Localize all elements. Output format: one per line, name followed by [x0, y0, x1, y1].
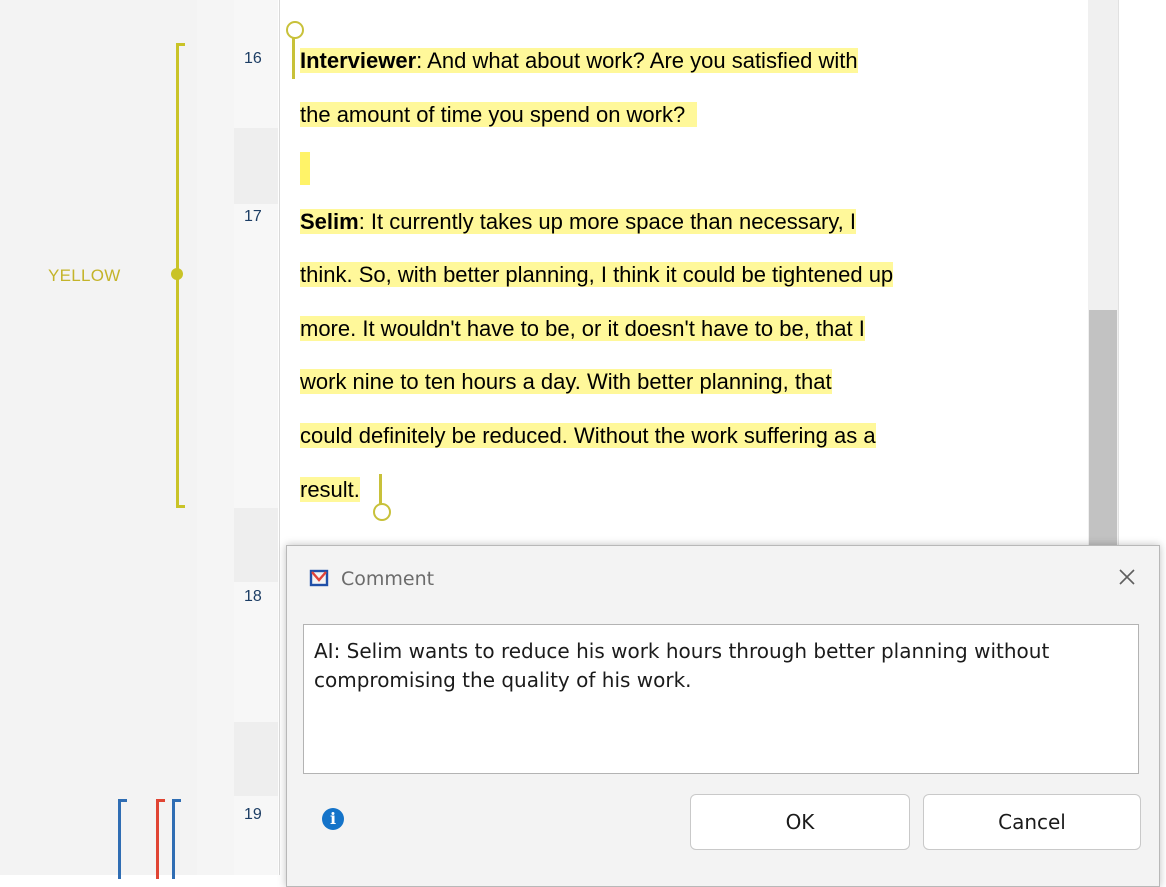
- paragraph-number-18: 18: [244, 588, 262, 605]
- code-bracket-line: [172, 799, 175, 879]
- code-bracket-red[interactable]: [156, 799, 165, 879]
- text-segment: think. So, with better planning, I think…: [300, 262, 894, 287]
- paragraph-17-line-5[interactable]: could definitely be reduced. Without the…: [300, 420, 876, 452]
- paragraph-number-17: 17: [244, 208, 262, 225]
- code-label-yellow[interactable]: YELLOW: [48, 266, 121, 286]
- code-bracket-cap: [172, 799, 181, 802]
- code-bracket-cap-top: [176, 43, 185, 46]
- code-margin: [0, 0, 197, 875]
- info-icon[interactable]: i: [322, 808, 344, 830]
- dialog-title: Comment: [341, 568, 435, 590]
- text-segment: result.: [300, 477, 360, 502]
- paragraph-17-line-4[interactable]: work nine to ten hours a day. With bette…: [300, 366, 832, 398]
- text-segment: work nine to ten hours a day. With bette…: [300, 369, 832, 394]
- text-segment: the amount of time you spend on work?: [300, 102, 686, 127]
- paragraph-gap-band: [234, 722, 278, 796]
- scrollbar-thumb[interactable]: [1089, 310, 1117, 560]
- highlighted-empty-line: [300, 152, 310, 185]
- comment-dialog: Comment AI: Selim wants to reduce his wo…: [286, 545, 1160, 887]
- text-segment: : And what about work? Are you satisfied…: [416, 48, 858, 73]
- paragraph-17-line-2[interactable]: think. So, with better planning, I think…: [300, 259, 894, 291]
- code-bracket-line: [118, 799, 121, 879]
- paragraph-16-line-1[interactable]: Interviewer: And what about work? Are yo…: [300, 45, 858, 77]
- code-bracket-cap: [156, 799, 165, 802]
- paragraph-16-line-2[interactable]: the amount of time you spend on work?: [300, 99, 698, 131]
- code-bracket-yellow[interactable]: [171, 43, 185, 508]
- paragraph-number-column: [234, 0, 278, 875]
- paragraph-number-19: 19: [244, 806, 262, 823]
- paragraph-gap-band: [234, 508, 278, 582]
- speaker-interviewer: Interviewer: [300, 48, 417, 73]
- close-icon-glyph: [1119, 569, 1135, 585]
- memo-gutter[interactable]: [197, 0, 235, 875]
- text-segment: : It currently takes up more space than …: [358, 209, 856, 234]
- code-bracket-handle[interactable]: [171, 268, 183, 280]
- cancel-button[interactable]: Cancel: [923, 794, 1141, 850]
- selection-start-caret: [292, 37, 295, 79]
- text-trailing-space: [685, 102, 698, 127]
- code-bracket-blue-2[interactable]: [172, 799, 181, 879]
- code-bracket-line: [156, 799, 159, 879]
- code-bracket-blue[interactable]: [118, 799, 127, 879]
- code-bracket-cap-bottom: [176, 505, 185, 508]
- ok-button[interactable]: OK: [690, 794, 910, 850]
- maxqda-logo-icon: [309, 569, 329, 587]
- code-bracket-cap: [118, 799, 127, 802]
- paragraph-17-line-3[interactable]: more. It wouldn't have to be, or it does…: [300, 313, 865, 345]
- paragraph-gap-band: [234, 128, 278, 204]
- text-segment: more. It wouldn't have to be, or it does…: [300, 316, 865, 341]
- speaker-selim: Selim: [300, 209, 359, 234]
- selection-end-handle[interactable]: [373, 503, 391, 521]
- paragraph-17-line-1[interactable]: Selim: It currently takes up more space …: [300, 206, 856, 238]
- close-icon[interactable]: [1113, 564, 1141, 592]
- selection-start-handle[interactable]: [286, 21, 304, 39]
- paragraph-number-16: 16: [244, 50, 262, 67]
- comment-textarea[interactable]: AI: Selim wants to reduce his work hours…: [303, 624, 1139, 774]
- text-segment: could definitely be reduced. Without the…: [300, 423, 876, 448]
- paragraph-17-line-6[interactable]: result.: [300, 474, 360, 506]
